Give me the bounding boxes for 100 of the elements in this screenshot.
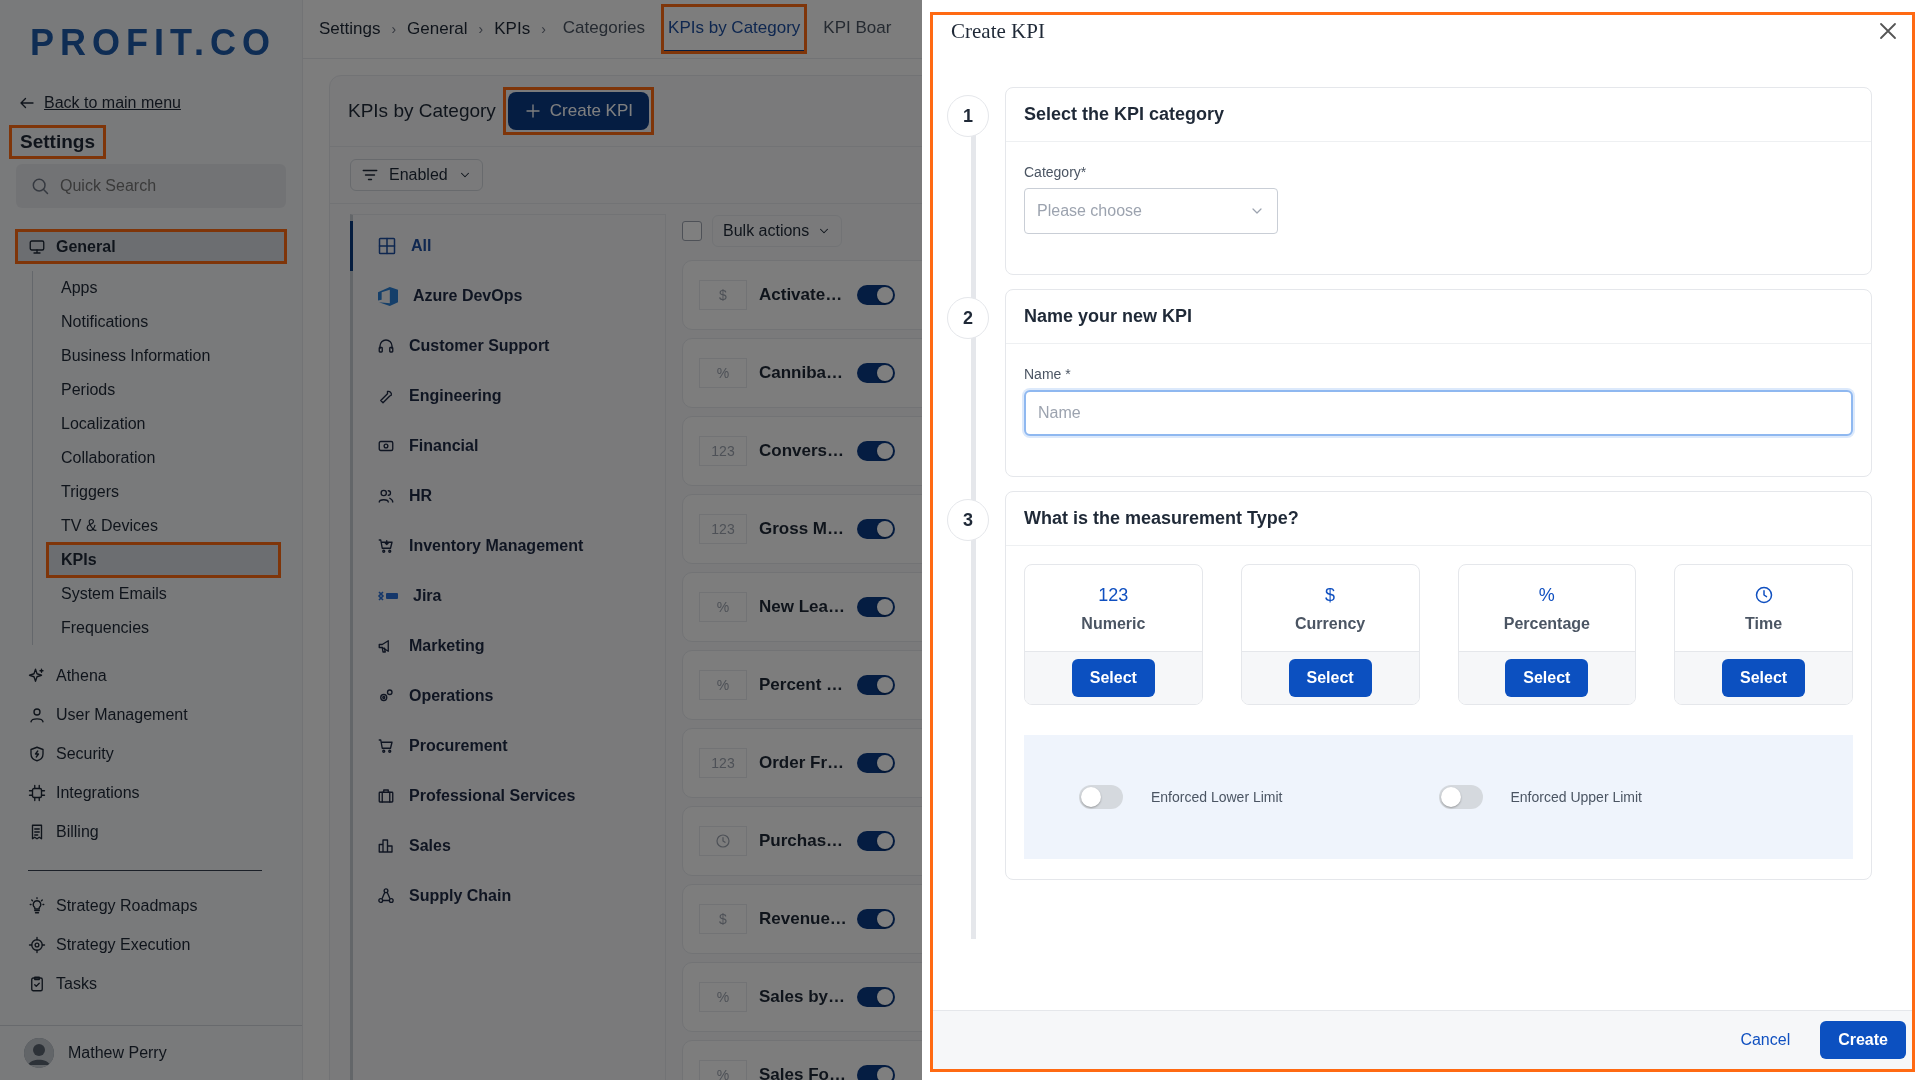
sidebar-subitem[interactable]: Triggers [47, 475, 280, 509]
kpi-card[interactable]: $ Activate… [682, 260, 922, 330]
category-item[interactable]: All [350, 221, 665, 271]
toggle-switch[interactable] [857, 675, 895, 695]
kpi-name: Canniba… [759, 363, 845, 383]
tab[interactable]: KPI Boar [817, 5, 898, 53]
kpi-name: Gross M… [759, 519, 845, 539]
logo: PROFIT.CO [29, 21, 277, 65]
kpi-card[interactable]: % Sales Fo… [682, 1040, 922, 1080]
kpi-card[interactable]: % Sales by… [682, 962, 922, 1032]
step-title: What is the measurement Type? [1006, 492, 1871, 546]
category-item[interactable]: Jira [350, 571, 665, 621]
sidebar-item[interactable]: Athena [16, 659, 286, 692]
search-field[interactable]: Quick Search [16, 164, 286, 208]
category-dropdown[interactable]: Please choose [1024, 188, 1278, 234]
kpi-name: Revenue… [759, 909, 845, 929]
create-button[interactable]: Create [1820, 1021, 1906, 1059]
kpi-card[interactable]: % New Lea… [682, 572, 922, 642]
sidebar-item[interactable]: Billing [16, 815, 286, 848]
tab[interactable]: KPIs by Category [662, 5, 807, 53]
toggle-switch[interactable] [857, 597, 895, 617]
field-label: Category* [1024, 164, 1088, 180]
toggle-switch[interactable] [857, 1065, 895, 1080]
category-item[interactable]: HR [350, 471, 665, 521]
kpi-name: Percent … [759, 675, 845, 695]
sidebar-item[interactable]: Integrations [16, 776, 286, 809]
sidebar-item[interactable]: Security [16, 737, 286, 770]
type-symbol: $ [1325, 584, 1336, 606]
type-symbol: % [716, 599, 730, 615]
toggle-label: Enforced Upper Limit [1510, 789, 1642, 805]
person-icon [28, 705, 46, 724]
tab[interactable]: Categories [556, 5, 652, 53]
checkbox[interactable] [682, 221, 702, 241]
avatar[interactable] [24, 1038, 54, 1068]
type-symbol: % [716, 1067, 730, 1080]
sidebar-subitem[interactable]: KPIs [47, 543, 280, 577]
sidebar-subitem[interactable]: Notifications [47, 305, 280, 339]
sidebar-subitem[interactable]: Localization [47, 407, 280, 441]
sidebar-subitem[interactable]: Apps [47, 271, 280, 305]
category-item[interactable]: Inventory Management [350, 521, 665, 571]
select-button[interactable]: Select [1288, 659, 1372, 697]
kpi-name: Sales by… [759, 987, 845, 1007]
category-item[interactable]: Procurement [350, 721, 665, 771]
select-button[interactable]: Select [1071, 659, 1155, 697]
toggle-switch[interactable] [857, 363, 895, 383]
toggle-switch[interactable] [857, 519, 895, 539]
category-item[interactable]: Professional Services [350, 771, 665, 821]
breadcrumb-separator: › [391, 21, 397, 37]
breadcrumb[interactable]: KPIs [494, 19, 531, 39]
name-field[interactable]: Name [1024, 390, 1853, 436]
module-item[interactable]: Strategy Execution [16, 928, 286, 961]
toggle-switch[interactable] [857, 441, 895, 461]
module-item[interactable]: Strategy Roadmaps [16, 889, 286, 922]
breadcrumb-separator: › [541, 21, 546, 37]
toggle-switch[interactable] [857, 831, 895, 851]
toggle-switch[interactable] [857, 285, 895, 305]
type-label: Currency [1295, 615, 1366, 633]
bar-chart-icon [377, 837, 395, 855]
filter-dropdown[interactable]: Enabled [350, 159, 483, 191]
select-button[interactable]: Select [1505, 659, 1589, 697]
sidebar-subitem[interactable]: Business Information [47, 339, 280, 373]
bulk-actions-dropdown[interactable]: Bulk actions [712, 215, 843, 247]
breadcrumb[interactable]: Settings [319, 19, 381, 39]
kpi-card[interactable]: % Canniba… [682, 338, 922, 408]
category-item[interactable]: Financial [350, 421, 665, 471]
select-button[interactable]: Select [1722, 659, 1806, 697]
type-symbol: $ [719, 911, 727, 927]
category-item[interactable]: Customer Support [350, 321, 665, 371]
kpi-card[interactable]: Purchas… [682, 806, 922, 876]
category-item[interactable]: Marketing [350, 621, 665, 671]
sidebar-subitem[interactable]: Periods [47, 373, 280, 407]
panel-title: KPIs by Category [348, 100, 496, 122]
cancel-button[interactable]: Cancel [1734, 1030, 1797, 1050]
category-item[interactable]: Azure DevOps [350, 271, 665, 321]
sidebar-subitem[interactable]: Collaboration [47, 441, 280, 475]
kpi-card[interactable]: $ Revenue… [682, 884, 922, 954]
sidebar-item[interactable]: User Management [16, 698, 286, 731]
toggle-switch[interactable] [857, 753, 895, 773]
cart-icon [377, 737, 395, 755]
sidebar-subitem[interactable]: TV & Devices [47, 509, 280, 543]
module-item[interactable]: Tasks [16, 967, 286, 1000]
sidebar-subitem[interactable]: System Emails [47, 577, 280, 611]
chip-icon [28, 783, 46, 802]
sidebar-item[interactable]: General [16, 230, 286, 263]
toggle-switch[interactable] [1079, 785, 1123, 809]
breadcrumb[interactable]: General [407, 19, 468, 39]
target-icon [28, 935, 46, 954]
toggle-switch[interactable] [1438, 785, 1483, 809]
toggle-switch[interactable] [857, 909, 895, 929]
kpi-card[interactable]: % Percent … [682, 650, 922, 720]
type-symbol: % [716, 365, 730, 381]
category-item[interactable]: Engineering [350, 371, 665, 421]
kpi-name: Activate… [759, 285, 844, 305]
category-item[interactable]: Supply Chain [350, 871, 665, 921]
sidebar-subitem[interactable]: Frequencies [47, 611, 280, 645]
toggle-switch[interactable] [857, 987, 895, 1007]
category-item[interactable]: Sales [350, 821, 665, 871]
category-item[interactable]: Operations [350, 671, 665, 721]
back-link[interactable]: Back to main menu [44, 94, 181, 112]
create-kpi-button[interactable]: Create KPI [507, 92, 649, 130]
